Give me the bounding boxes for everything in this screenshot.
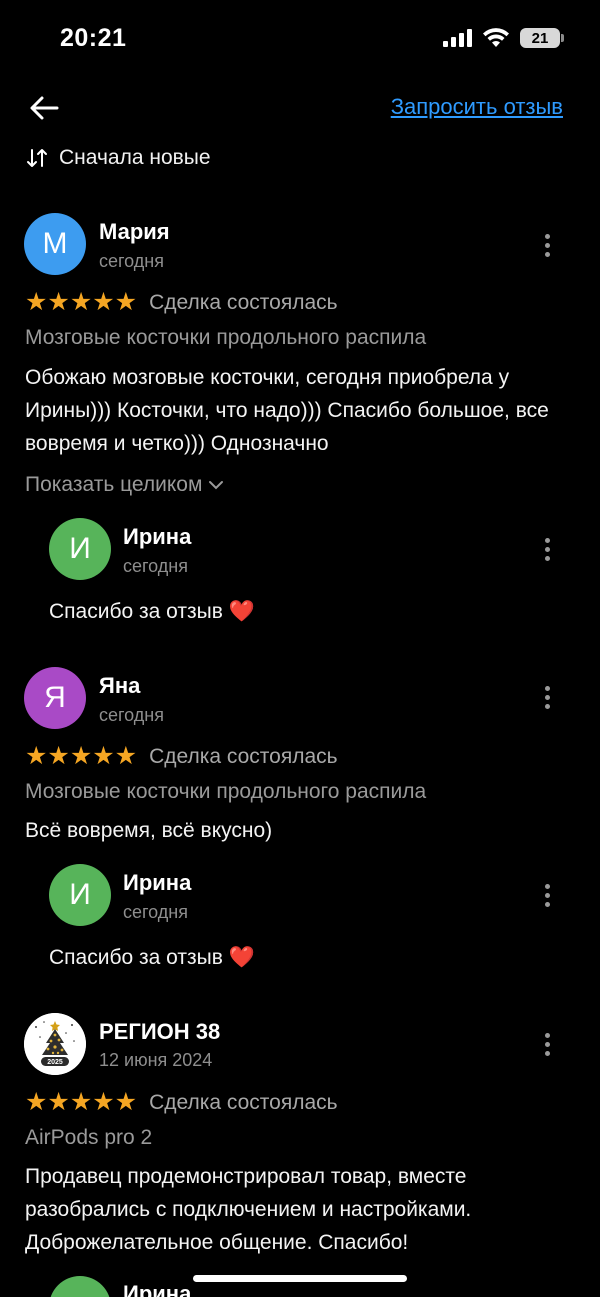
- avatar-badge-text: 2025: [47, 1059, 63, 1066]
- review-text: Обожаю мозговые косточки, сегодня приобр…: [25, 366, 549, 455]
- sort-label: Сначала новые: [59, 146, 211, 169]
- reply-text: Спасибо за отзыв ❤️: [49, 600, 255, 623]
- chevron-down-icon: [209, 481, 224, 490]
- reply-author-name[interactable]: Ирина: [123, 1281, 191, 1297]
- show-full-button[interactable]: Показать целиком: [25, 473, 224, 497]
- reply-more-options-button[interactable]: [532, 875, 562, 915]
- cellular-signal-icon: [443, 29, 472, 47]
- rating-row: ★★★★★ Сделка состоялась: [25, 290, 338, 315]
- rating-stars: ★★★★★: [25, 742, 138, 770]
- avatar[interactable]: 2025: [24, 1013, 86, 1075]
- deal-status: Сделка состоялась: [149, 1090, 338, 1114]
- reply-avatar[interactable]: [49, 1276, 111, 1297]
- product-name[interactable]: Мозговые косточки продольного распила: [25, 326, 426, 350]
- sort-icon: [27, 149, 47, 167]
- more-options-button[interactable]: [532, 677, 562, 717]
- reply-more-options-button[interactable]: [532, 529, 562, 569]
- back-button[interactable]: [22, 88, 66, 128]
- sort-button[interactable]: Сначала новые: [25, 146, 211, 170]
- author-name[interactable]: РЕГИОН 38: [99, 1019, 220, 1045]
- avatar[interactable]: Я: [24, 667, 86, 729]
- header: Запросить отзыв: [0, 80, 600, 136]
- review-text: Всё вовремя, всё вкусно): [25, 819, 273, 842]
- christmas-tree-logo-icon: 2025: [24, 1013, 86, 1075]
- reply-avatar[interactable]: И: [49, 864, 111, 926]
- rating-row: ★★★★★ Сделка состоялась: [25, 1090, 338, 1115]
- review-text: Продавец продемонстрировал товар, вместе…: [25, 1165, 472, 1254]
- review-date: сегодня: [99, 251, 164, 271]
- product-name[interactable]: AirPods pro 2: [25, 1126, 152, 1150]
- review-date: сегодня: [99, 705, 164, 725]
- reply-text: Спасибо за отзыв ❤️: [49, 946, 255, 969]
- reply-date: сегодня: [123, 902, 188, 922]
- deal-status: Сделка состоялась: [149, 290, 338, 314]
- battery-icon: 21: [520, 28, 564, 48]
- reply-author-name[interactable]: Ирина: [123, 870, 191, 896]
- product-name[interactable]: Мозговые косточки продольного распила: [25, 780, 426, 804]
- rating-row: ★★★★★ Сделка состоялась: [25, 744, 338, 769]
- author-name[interactable]: Мария: [99, 219, 170, 245]
- author-name[interactable]: Яна: [99, 673, 140, 699]
- reply-author-name[interactable]: Ирина: [123, 524, 191, 550]
- reply-avatar[interactable]: И: [49, 518, 111, 580]
- more-options-button[interactable]: [532, 1024, 562, 1064]
- status-bar: 20:21 21: [0, 0, 600, 80]
- status-icons: 21: [443, 28, 564, 48]
- review-date: 12 июня 2024: [99, 1050, 213, 1070]
- deal-status: Сделка состоялась: [149, 744, 338, 768]
- wifi-icon: [483, 28, 509, 47]
- rating-stars: ★★★★★: [25, 288, 138, 316]
- more-options-button[interactable]: [532, 225, 562, 265]
- status-time: 20:21: [60, 24, 127, 52]
- reply-date: сегодня: [123, 556, 188, 576]
- arrow-left-icon: [30, 96, 59, 120]
- home-indicator[interactable]: [193, 1275, 407, 1282]
- show-full-label: Показать целиком: [25, 473, 203, 496]
- request-review-link[interactable]: Запросить отзыв: [391, 94, 563, 120]
- avatar[interactable]: М: [24, 213, 86, 275]
- rating-stars: ★★★★★: [25, 1088, 138, 1116]
